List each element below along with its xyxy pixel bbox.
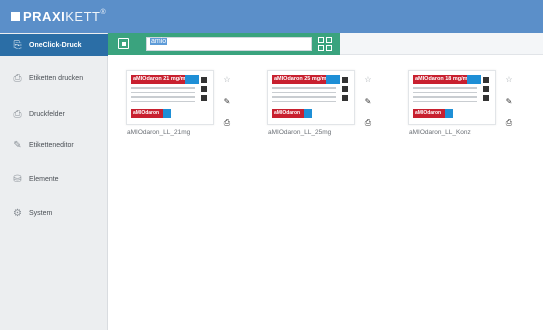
search-toolbar: amio: [108, 33, 340, 55]
label-card-name: aMIOdaron_LL_21mg: [127, 129, 191, 136]
sidebar-item-label: Elemente: [29, 175, 59, 183]
sidebar-item-etiketteneditor[interactable]: ✎ Etiketteneditor: [0, 134, 108, 156]
label-blue-band: [304, 109, 312, 118]
label-code-icon: [342, 95, 348, 101]
label-code-icon: [483, 95, 489, 101]
label-thumbnail[interactable]: aMIOdaron 18 mg/ml aMIOdaron: [408, 70, 496, 125]
label-blue-band: [326, 75, 340, 84]
label-card-name: aMIOdaron_LL_Konz: [409, 129, 471, 136]
sidebar-item-label: Druckfelder: [29, 110, 65, 118]
database-icon: ⛁: [13, 173, 22, 185]
sidebar-item-elemente[interactable]: ⛁ Elemente: [0, 168, 108, 190]
sidebar: ⎘ OneClick-Druck ⎙ Etiketten drucken ⎙ D…: [0, 33, 108, 330]
label-code-icon: [483, 77, 489, 83]
sidebar-item-label: OneClick-Druck: [29, 41, 82, 49]
print-icon[interactable]: ⎙: [222, 118, 232, 128]
label-card[interactable]: aMIOdaron 25 mg/ml aMIOdaron aMIOdaron_L…: [259, 70, 379, 140]
sidebar-item-oneclick-druck[interactable]: ⎘ OneClick-Druck: [0, 34, 108, 56]
star-icon[interactable]: ☆: [363, 74, 373, 84]
label-text-lines: [131, 87, 195, 105]
label-code-icon: [342, 86, 348, 92]
collapse-sidebar-button[interactable]: [118, 38, 129, 49]
label-blue-band: [445, 109, 453, 118]
sidebar-item-label: Etiketten drucken: [29, 74, 84, 82]
star-icon[interactable]: ☆: [222, 74, 232, 84]
label-bottom-title: aMIOdaron: [131, 109, 163, 118]
label-bottom-title: aMIOdaron: [413, 109, 445, 118]
editor-icon: ✎: [13, 139, 22, 151]
logo-text: PRAXIKETT®: [23, 9, 107, 24]
star-icon[interactable]: ☆: [504, 74, 514, 84]
gear-icon: ⚙: [13, 207, 22, 219]
label-title: aMIOdaron 18 mg/ml: [413, 75, 467, 84]
label-code-icon: [201, 77, 207, 83]
label-code-icon: [201, 95, 207, 101]
sidebar-item-druckfelder[interactable]: ⎙ Druckfelder: [0, 103, 108, 125]
qr-icon-part: [326, 37, 332, 43]
qr-scan-button[interactable]: [318, 37, 332, 51]
label-text-lines: [413, 87, 477, 105]
sidebar-item-etiketten-drucken[interactable]: ⎙ Etiketten drucken: [0, 67, 108, 89]
search-input[interactable]: amio: [146, 37, 312, 51]
label-card[interactable]: aMIOdaron 21 mg/ml aMIOdaron aMIOdaron_L…: [118, 70, 238, 140]
logo-mark: [11, 12, 20, 21]
qr-icon-part: [318, 37, 324, 43]
label-thumbnail[interactable]: aMIOdaron 25 mg/ml aMIOdaron: [267, 70, 355, 125]
label-code-icon: [483, 86, 489, 92]
app-logo: PRAXIKETT®: [11, 9, 106, 24]
label-title: aMIOdaron 25 mg/ml: [272, 75, 326, 84]
label-code-icon: [201, 86, 207, 92]
qr-icon-part: [326, 45, 332, 51]
search-input-value: amio: [150, 38, 168, 45]
label-code-icon: [342, 77, 348, 83]
toolbar-spacer: [340, 33, 543, 55]
label-bottom-title: aMIOdaron: [272, 109, 304, 118]
label-blue-band: [467, 75, 481, 84]
oneclick-icon: ⎘: [13, 39, 22, 51]
label-card[interactable]: aMIOdaron 18 mg/ml aMIOdaron aMIOdaron_L…: [400, 70, 520, 140]
label-blue-band: [185, 75, 199, 84]
edit-icon[interactable]: ✎: [222, 96, 232, 106]
printer-label-icon: ⎙: [13, 72, 22, 84]
sidebar-item-system[interactable]: ⚙ System: [0, 202, 108, 224]
sidebar-item-label: Etiketteneditor: [29, 141, 74, 149]
label-thumbnail[interactable]: aMIOdaron 21 mg/ml aMIOdaron: [126, 70, 214, 125]
label-card-name: aMIOdaron_LL_25mg: [268, 129, 332, 136]
sidebar-item-label: System: [29, 209, 53, 217]
print-icon[interactable]: ⎙: [504, 118, 514, 128]
label-blue-band: [163, 109, 171, 118]
edit-icon[interactable]: ✎: [363, 96, 373, 106]
app-header: PRAXIKETT®: [0, 0, 543, 33]
label-title: aMIOdaron 21 mg/ml: [131, 75, 185, 84]
print-icon[interactable]: ⎙: [363, 118, 373, 128]
edit-icon[interactable]: ✎: [504, 96, 514, 106]
label-text-lines: [272, 87, 336, 105]
qr-icon-part: [318, 45, 324, 51]
printer-icon: ⎙: [13, 108, 22, 120]
